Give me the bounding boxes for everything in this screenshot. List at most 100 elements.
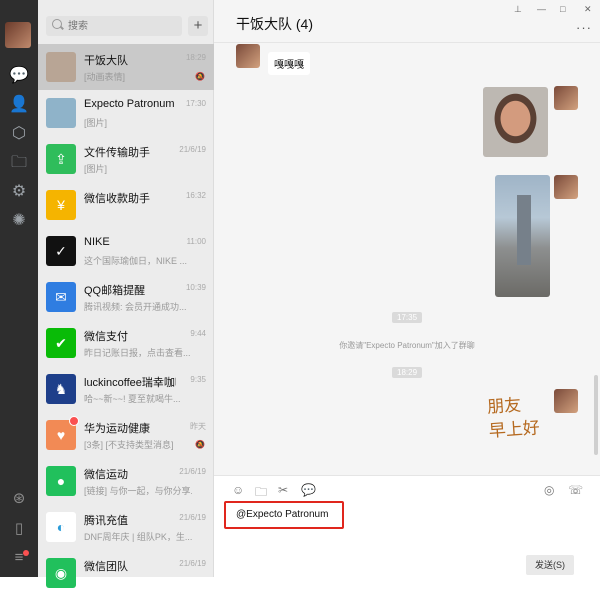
input-area: ☺ 🗀 ✂ 💬 ◎ ☏ @Expecto Patronum 发送(S) (214, 475, 600, 578)
group-avatar (46, 52, 76, 82)
chat-preview: [动画表情] (84, 72, 126, 82)
call-icon[interactable]: ☏ (568, 483, 583, 497)
phone-icon[interactable]: ▯ (9, 519, 29, 539)
chat-time: 18:29 (185, 53, 206, 62)
contacts-icon[interactable]: 👤 (9, 95, 29, 115)
chat-item[interactable]: ✓ NIKE 这个国际瑜伽日，NIKE ... 11:00 (38, 228, 214, 274)
chat-preview: [图片] (84, 118, 108, 128)
chat-preview: [3条] [不支持类型消息] (84, 440, 174, 450)
close-icon[interactable]: ✕ (584, 4, 592, 15)
my-avatar-message[interactable] (554, 86, 578, 110)
tencent-recharge-icon: ◐ (46, 512, 76, 542)
chat-name: 腾讯充值 (84, 515, 128, 527)
chat-preview: DNF周年庆 | 组队PK，生... (84, 532, 192, 542)
chat-time: 10:39 (185, 283, 206, 292)
moments-icon[interactable]: ⚙ (9, 182, 29, 202)
chat-name: QQ邮箱提醒 (84, 285, 146, 297)
my-avatar-message[interactable] (554, 175, 578, 199)
mute-icon: 🔕 (195, 72, 205, 81)
collections-icon[interactable]: ⬡ (9, 124, 29, 144)
chat-title: 干饭大队 (4) (236, 16, 313, 32)
search-bar[interactable] (46, 16, 182, 36)
scrollbar[interactable] (594, 375, 598, 455)
timestamp: 17:35 (392, 312, 423, 323)
search-icon (52, 19, 62, 29)
wechat-team-icon: ◉ (46, 558, 76, 588)
emoji-icon[interactable]: ☺ (232, 483, 244, 497)
chat-pane: 干饭大队 (4) ⊥ — □ ✕ ··· 嘎嘎嘎 17:35 你邀请"Expec… (214, 0, 600, 578)
search-input[interactable] (68, 18, 176, 34)
chat-preview: 这个国际瑜伽日，NIKE ... (84, 256, 188, 266)
payment-collection-icon: ¥ (46, 190, 76, 220)
contact-avatar (46, 98, 76, 128)
my-avatar[interactable] (5, 22, 31, 48)
chat-name: NIKE (84, 236, 110, 248)
mute-icon: 🔕 (195, 440, 205, 449)
wechat-window: 💬 👤 ⬡ 🗀 ⚙ ✺ ⊛ ▯ ≡ + 干饭大队 [动画表情] 18:29 🔕 … (0, 0, 600, 588)
nike-logo-icon: ✓ (46, 236, 76, 266)
chat-item[interactable]: ¥ 微信收款助手 16:32 (38, 182, 214, 228)
chat-time: 21/6/19 (179, 559, 206, 568)
chat-name: 微信支付 (84, 331, 128, 343)
chat-name: 文件传输助手 (84, 147, 150, 159)
chat-name: 微信运动 (84, 469, 128, 481)
chat-history-icon[interactable]: 💬 (301, 483, 316, 497)
minimize-icon[interactable]: — (537, 4, 546, 14)
file-transfer-icon: ⇪ (46, 144, 76, 174)
chat-item[interactable]: ♥ 华为运动健康 [3条] [不支持类型消息] 昨天 🔕 (38, 412, 214, 458)
scissors-icon[interactable]: ✂ (278, 483, 288, 497)
chat-item[interactable]: ◉ 微信团队 21/6/19 (38, 550, 214, 596)
send-button[interactable]: 发送(S) (526, 555, 574, 575)
chat-time: 9:44 (190, 329, 206, 338)
menu-notification-dot (23, 550, 29, 556)
sticker-message[interactable]: 朋友 早上好 (486, 392, 541, 443)
header-divider (214, 42, 600, 43)
chat-item[interactable]: ● 微信运动 [链接] 与你一起，与你分享... 21/6/19 (38, 458, 214, 504)
live-icon[interactable]: ◎ (544, 483, 554, 497)
member-avatar[interactable] (236, 44, 260, 68)
chat-preview: 腾讯视频: 会员开通成功... (84, 302, 187, 312)
chat-item[interactable]: ◐ 腾讯充值 DNF周年庆 | 组队PK，生... 21/6/19 (38, 504, 214, 550)
chat-name: luckincoffee瑞幸咖啡 (84, 377, 176, 389)
maximize-icon[interactable]: □ (560, 4, 565, 14)
chat-time: 21/6/19 (179, 467, 206, 476)
chat-item[interactable]: ⇪ 文件传输助手 [图片] 21/6/19 (38, 136, 214, 182)
luckin-deer-icon: ♞ (46, 374, 76, 404)
incoming-message: 嘎嘎嘎 (268, 52, 310, 75)
chat-item[interactable]: Expecto Patronum [图片] 17:30 (38, 90, 214, 136)
chat-name: Expecto Patronum (84, 98, 175, 110)
image-message-portrait[interactable] (483, 87, 548, 157)
image-message-window-view[interactable] (495, 175, 550, 297)
chat-time: 17:30 (185, 99, 206, 108)
pin-icon[interactable]: ⊥ (514, 4, 522, 15)
chat-time: 11:00 (186, 237, 206, 246)
unread-dot (69, 416, 79, 426)
chat-preview: [图片] (84, 164, 108, 174)
miniprograms-icon[interactable]: ⊛ (9, 489, 29, 509)
channels-icon[interactable]: ✺ (9, 211, 29, 231)
chat-preview: 哈~~新~~! 夏至就喝牛... (84, 394, 181, 404)
wechat-pay-icon: ✔ (46, 328, 76, 358)
chat-item[interactable]: ✔ 微信支付 昨日记账日报，点击查看... 9:44 (38, 320, 214, 366)
chat-name: 微信团队 (84, 561, 128, 573)
sticker-line: 早上好 (488, 418, 541, 442)
chat-time: 昨天 (190, 422, 206, 431)
my-avatar-message[interactable] (554, 389, 578, 413)
chat-list: + 干饭大队 [动画表情] 18:29 🔕 Expecto Patronum [… (38, 0, 214, 588)
chat-item[interactable]: 干饭大队 [动画表情] 18:29 🔕 (38, 44, 214, 90)
chat-time: 21/6/19 (179, 145, 206, 154)
chat-name: 微信收款助手 (84, 193, 150, 205)
chat-item[interactable]: ♞ luckincoffee瑞幸咖啡 哈~~新~~! 夏至就喝牛... 9:35 (38, 366, 214, 412)
sticker-line: 朋友 (486, 395, 522, 418)
wechat-sport-icon: ● (46, 466, 76, 496)
chat-time: 16:32 (185, 191, 206, 200)
chat-icon[interactable]: 💬 (9, 66, 29, 86)
mail-icon: ✉ (46, 282, 76, 312)
message-input[interactable]: @Expecto Patronum (224, 501, 344, 529)
files-icon[interactable]: 🗀 (9, 153, 29, 173)
chat-item[interactable]: ✉ QQ邮箱提醒 腾讯视频: 会员开通成功... 10:39 (38, 274, 214, 320)
chat-time: 9:35 (190, 375, 206, 384)
more-icon[interactable]: ··· (576, 20, 592, 35)
chat-time: 21/6/19 (179, 513, 206, 522)
add-button[interactable]: + (188, 16, 208, 36)
